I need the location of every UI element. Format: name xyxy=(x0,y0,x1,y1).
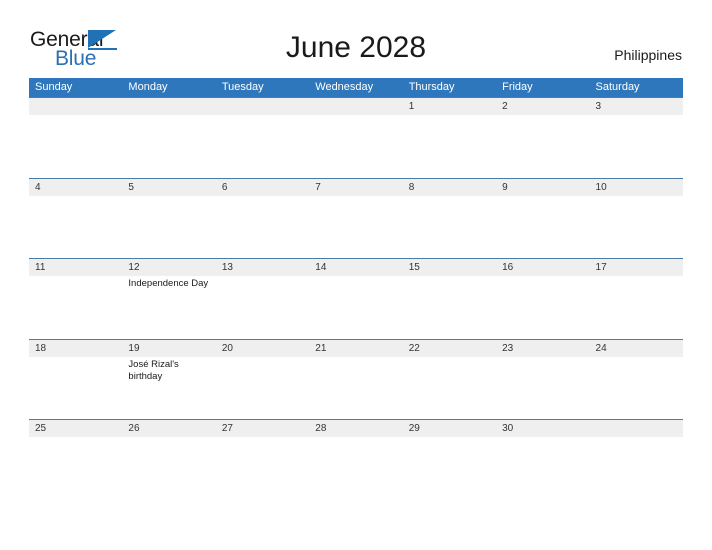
date-number: 12 xyxy=(128,262,140,273)
week-row: 25 26 27 28 29 30 xyxy=(29,419,683,500)
weekday-monday: Monday xyxy=(128,81,168,93)
day-cell[interactable]: 10 xyxy=(589,178,683,259)
date-number: 21 xyxy=(315,342,327,354)
day-cell[interactable]: 19 José Rizal's birthday xyxy=(122,339,216,420)
date-number: 13 xyxy=(221,262,233,273)
date-number: 29 xyxy=(408,423,420,434)
date-number: 6 xyxy=(221,181,228,193)
event-label: Independence Day xyxy=(128,278,209,289)
week-row: 4 5 6 7 8 9 10 xyxy=(29,177,683,259)
week-row: 18 19 José Rizal's birthday 20 21 22 23 … xyxy=(29,338,683,420)
date-number: 28 xyxy=(315,423,327,434)
day-cell[interactable]: 23 xyxy=(496,339,590,420)
day-cell[interactable]: 20 xyxy=(215,339,310,420)
date-number: 17 xyxy=(595,262,607,273)
page-header: General Blue June 2028 Philippines xyxy=(0,0,712,78)
date-number: 15 xyxy=(408,262,420,273)
weekday-sunday: Sunday xyxy=(35,81,73,93)
country-label: Philippines xyxy=(614,47,682,63)
day-cell[interactable]: 13 xyxy=(215,259,310,339)
date-number xyxy=(590,420,683,437)
date-number: 7 xyxy=(315,181,321,193)
date-number: 30 xyxy=(502,423,514,434)
day-cell[interactable]: 21 xyxy=(309,339,403,420)
weekday-wednesday: Wednesday xyxy=(315,81,374,93)
day-cell[interactable]: 1 xyxy=(402,98,497,178)
day-cell[interactable] xyxy=(589,420,683,500)
date-number: 4 xyxy=(35,181,41,193)
day-cell[interactable]: 25 xyxy=(29,420,123,500)
date-number: 10 xyxy=(595,181,607,193)
date-number xyxy=(29,98,122,115)
day-cell[interactable] xyxy=(309,98,403,178)
date-number: 23 xyxy=(502,342,514,354)
day-cell[interactable]: 30 xyxy=(496,420,590,500)
day-cell[interactable]: 24 xyxy=(589,339,683,420)
day-cell[interactable]: 5 xyxy=(122,178,216,259)
day-cell[interactable] xyxy=(29,98,123,178)
weekday-saturday: Saturday xyxy=(595,81,640,93)
calendar-grid: Sunday Monday Tuesday Wednesday Thursday… xyxy=(29,78,683,500)
date-number: 8 xyxy=(408,181,415,193)
day-cell[interactable]: 11 xyxy=(29,259,123,339)
day-cell[interactable]: 18 xyxy=(29,339,123,420)
day-cell[interactable]: 26 xyxy=(122,420,216,500)
day-cell[interactable]: 14 xyxy=(309,259,403,339)
day-cell[interactable]: 17 xyxy=(589,259,683,339)
date-number: 1 xyxy=(408,101,415,112)
date-number: 5 xyxy=(128,181,134,193)
date-number: 14 xyxy=(315,262,327,273)
day-cell[interactable]: 15 xyxy=(402,259,497,339)
day-cell[interactable]: 29 xyxy=(402,420,497,500)
date-number: 16 xyxy=(502,262,514,273)
weekday-header-row: Sunday Monday Tuesday Wednesday Thursday… xyxy=(29,78,683,97)
date-number xyxy=(122,98,215,115)
date-number: 26 xyxy=(128,423,140,434)
day-cell[interactable]: 9 xyxy=(496,178,590,259)
date-number: 19 xyxy=(128,342,140,354)
date-number: 22 xyxy=(408,342,420,354)
date-number xyxy=(309,98,402,115)
date-number: 24 xyxy=(595,342,607,354)
day-cell[interactable]: 27 xyxy=(215,420,310,500)
day-cell[interactable]: 7 xyxy=(309,178,403,259)
date-number xyxy=(216,98,309,115)
day-cell[interactable]: 16 xyxy=(496,259,590,339)
date-number: 20 xyxy=(221,342,233,354)
week-row: 11 12 Independence Day 13 14 15 16 17 xyxy=(29,258,683,339)
day-cell[interactable]: 3 xyxy=(589,98,683,178)
week-row: 1 2 3 xyxy=(29,97,683,178)
date-number: 25 xyxy=(35,423,47,434)
day-cell[interactable] xyxy=(215,98,310,178)
day-cell[interactable]: 4 xyxy=(29,178,123,259)
event-label: José Rizal's birthday xyxy=(128,358,179,382)
weekday-thursday: Thursday xyxy=(408,81,455,93)
date-number: 11 xyxy=(35,262,46,273)
date-number: 2 xyxy=(502,101,508,112)
day-cell[interactable]: 28 xyxy=(309,420,403,500)
calendar-page: General Blue June 2028 Philippines Sunda… xyxy=(0,0,712,550)
weekday-friday: Friday xyxy=(502,81,533,93)
date-number: 27 xyxy=(221,423,233,434)
page-title: June 2028 xyxy=(285,31,427,64)
day-cell[interactable] xyxy=(122,98,216,178)
date-number: 18 xyxy=(35,342,47,354)
day-cell[interactable]: 12 Independence Day xyxy=(122,259,216,339)
day-cell[interactable]: 22 xyxy=(402,339,497,420)
day-cell[interactable]: 8 xyxy=(402,178,497,259)
date-number: 9 xyxy=(502,181,508,193)
day-cell[interactable]: 6 xyxy=(215,178,310,259)
weekday-tuesday: Tuesday xyxy=(221,81,264,93)
date-number: 3 xyxy=(595,101,602,112)
day-cell[interactable]: 2 xyxy=(496,98,590,178)
